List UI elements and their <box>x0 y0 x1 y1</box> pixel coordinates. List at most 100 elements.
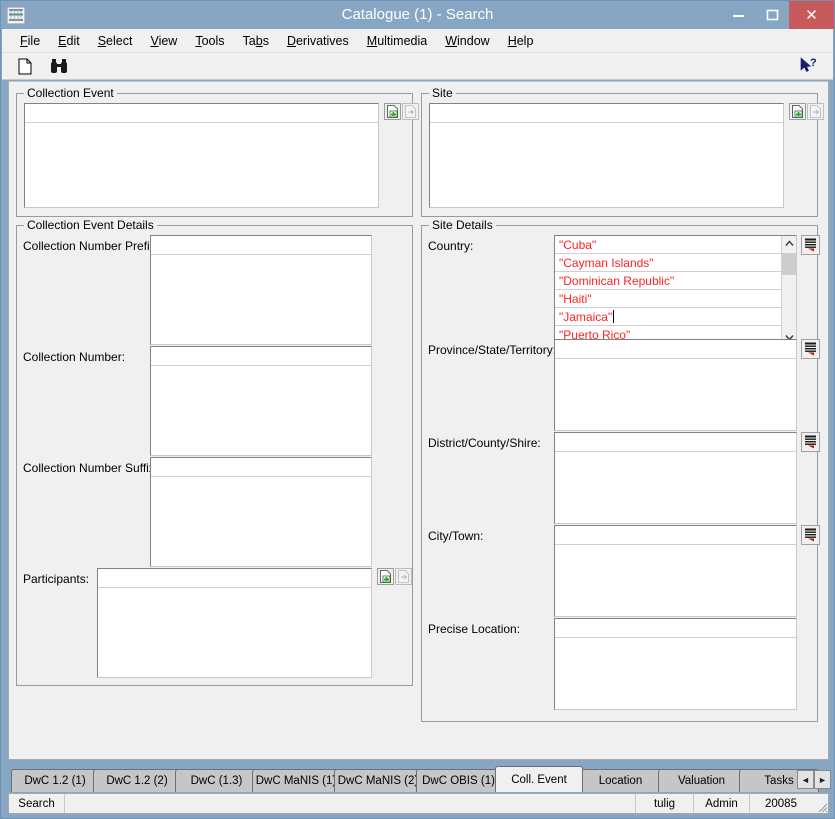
minimize-button[interactable] <box>721 1 755 29</box>
country-row[interactable]: "Cayman Islands" <box>555 254 781 272</box>
participants-add-button[interactable] <box>377 568 394 585</box>
site-list[interactable] <box>430 123 783 207</box>
menu-bar: File Edit Select View Tools Tabs Derivat… <box>2 29 833 53</box>
participants-list[interactable] <box>98 588 371 677</box>
scrollbar-thumb[interactable] <box>782 253 797 275</box>
precise-location-list[interactable] <box>555 638 796 709</box>
site-entry[interactable] <box>430 104 783 123</box>
country-row[interactable]: "Dominican Republic" <box>555 272 781 290</box>
country-scrollbar[interactable] <box>781 236 797 345</box>
new-document-icon[interactable] <box>12 54 38 78</box>
menu-tabs[interactable]: Tabs <box>234 32 278 50</box>
resize-grip-icon[interactable] <box>812 794 828 813</box>
svg-text:?: ? <box>810 57 817 69</box>
province-state-territory-lookup-button[interactable] <box>801 339 820 359</box>
collection-number-suffix-field[interactable] <box>150 457 372 567</box>
precise-location-field[interactable] <box>554 618 797 710</box>
tab-valuation[interactable]: Valuation <box>658 769 745 792</box>
country-row[interactable]: "Cuba" <box>555 236 781 254</box>
site-add-button[interactable] <box>789 103 806 120</box>
tab-location[interactable]: Location <box>577 769 664 792</box>
district-county-shire-field[interactable] <box>554 432 797 524</box>
form-client-area: Collection Event Site Collection Event D… <box>8 81 829 760</box>
precise-location-label: Precise Location: <box>428 622 521 636</box>
participants-entry[interactable] <box>98 569 371 588</box>
collection-number-prefix-list[interactable] <box>151 255 371 344</box>
menu-edit[interactable]: Edit <box>49 32 89 50</box>
menu-tools[interactable]: Tools <box>186 32 233 50</box>
tab-dwc-manis-2[interactable]: DwC MaNIS (2) <box>334 769 422 792</box>
collection-event-details-group: Collection Event Details Collection Numb… <box>16 218 413 686</box>
province-state-territory-list[interactable] <box>555 359 796 430</box>
menu-derivatives[interactable]: Derivatives <box>278 32 358 50</box>
menu-window[interactable]: Window <box>436 32 498 50</box>
whats-this-help-icon[interactable]: ? <box>797 55 821 77</box>
district-county-shire-lookup-button[interactable] <box>801 432 820 452</box>
participants-field[interactable] <box>97 568 372 678</box>
tab-dwc-13[interactable]: DwC (1.3) <box>175 769 258 792</box>
collection-number-suffix-entry[interactable] <box>151 458 371 477</box>
collection-number-suffix-list[interactable] <box>151 477 371 566</box>
district-county-shire-entry[interactable] <box>555 433 796 452</box>
tab-scroll-left-button[interactable]: ◄ <box>797 770 814 789</box>
participants-label: Participants: <box>23 572 90 586</box>
site-details-group-title: Site Details <box>429 218 496 232</box>
tab-dwc-manis-1[interactable]: DwC MaNIS (1) <box>252 769 340 792</box>
tab-coll-event[interactable]: Coll. Event <box>495 766 583 792</box>
country-lookup-button[interactable] <box>801 235 820 255</box>
site-goto-button <box>807 103 824 120</box>
country-row[interactable]: "Jamaica" <box>555 308 781 326</box>
site-details-group: Site Details Country: "Cuba" "Cayman Isl… <box>421 218 820 722</box>
city-town-field[interactable] <box>554 525 797 617</box>
city-town-entry[interactable] <box>555 526 796 545</box>
site-group: Site <box>421 86 824 217</box>
country-value-list[interactable]: "Cuba" "Cayman Islands" "Dominican Repub… <box>555 236 781 345</box>
precise-location-entry[interactable] <box>555 619 796 638</box>
collection-event-group-title: Collection Event <box>24 86 117 100</box>
scroll-up-icon[interactable] <box>782 236 797 251</box>
city-town-label: City/Town: <box>428 529 484 543</box>
province-state-territory-entry[interactable] <box>555 340 796 359</box>
binoculars-search-icon[interactable] <box>46 54 72 78</box>
collection-number-suffix-label: Collection Number Suffix: <box>23 461 159 475</box>
close-button[interactable]: ✕ <box>789 1 834 29</box>
maximize-button[interactable] <box>755 1 789 29</box>
collection-event-list[interactable] <box>25 123 378 207</box>
collection-number-list[interactable] <box>151 366 371 455</box>
tab-dwc-12-2[interactable]: DwC 1.2 (2) <box>93 769 181 792</box>
collection-number-prefix-entry[interactable] <box>151 236 371 255</box>
status-mode: Search <box>9 794 65 813</box>
province-state-territory-field[interactable] <box>554 339 797 431</box>
city-town-list[interactable] <box>555 545 796 616</box>
status-user: tulig <box>636 794 694 813</box>
city-town-lookup-button[interactable] <box>801 525 820 545</box>
collection-number-prefix-field[interactable] <box>150 235 372 345</box>
menu-file[interactable]: File <box>11 32 49 50</box>
collection-event-field[interactable] <box>24 103 379 208</box>
site-field[interactable] <box>429 103 784 208</box>
district-county-shire-list[interactable] <box>555 452 796 523</box>
menu-view[interactable]: View <box>141 32 186 50</box>
collection-event-add-button[interactable] <box>384 103 401 120</box>
menu-select[interactable]: Select <box>89 32 142 50</box>
menu-help[interactable]: Help <box>499 32 543 50</box>
tab-dwc-obis-1[interactable]: DwC OBIS (1) <box>416 769 501 792</box>
application-window: Catalogue (1) - Search ✕ File Edit Selec… <box>0 0 835 819</box>
province-state-territory-label: Province/State/Territory: <box>428 343 557 357</box>
district-county-shire-label: District/County/Shire: <box>428 436 541 450</box>
tab-scroll-right-button[interactable]: ► <box>814 770 831 789</box>
collection-event-details-group-title: Collection Event Details <box>24 218 157 232</box>
collection-event-entry[interactable] <box>25 104 378 123</box>
participants-goto-button <box>395 568 412 585</box>
menu-multimedia[interactable]: Multimedia <box>358 32 436 50</box>
collection-number-entry[interactable] <box>151 347 371 366</box>
text-caret <box>613 310 615 323</box>
tab-dwc-12-1[interactable]: DwC 1.2 (1) <box>11 769 99 792</box>
country-label: Country: <box>428 239 474 253</box>
museum-building-icon <box>5 4 27 26</box>
collection-event-group: Collection Event <box>16 86 419 217</box>
country-field[interactable]: "Cuba" "Cayman Islands" "Dominican Repub… <box>554 235 797 346</box>
country-row[interactable]: "Haiti" <box>555 290 781 308</box>
status-message <box>65 794 636 813</box>
collection-number-field[interactable] <box>150 346 372 456</box>
